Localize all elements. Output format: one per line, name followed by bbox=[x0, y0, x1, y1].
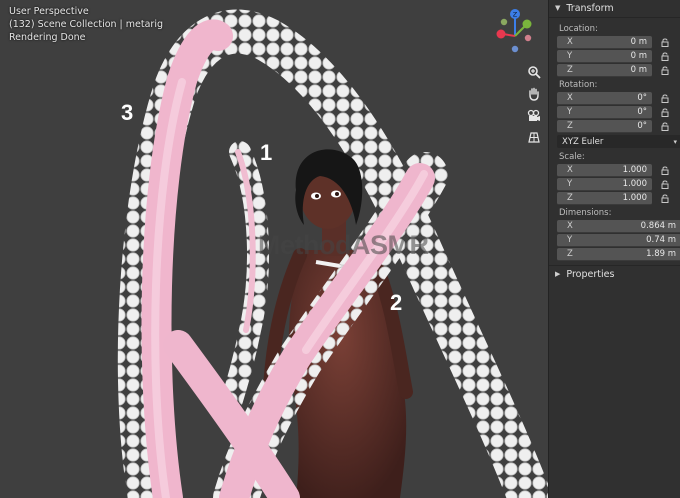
lock-rotation-z-icon[interactable] bbox=[661, 122, 671, 131]
sidebar-panel: ▼ Transform Location: X0 m Y0 m Z0 m Rot… bbox=[548, 0, 680, 498]
lock-location-x-icon[interactable] bbox=[661, 38, 671, 47]
annotation-2: 2 bbox=[390, 290, 403, 315]
lock-rotation-y-icon[interactable] bbox=[661, 108, 671, 117]
collapse-triangle-icon: ▼ bbox=[555, 4, 561, 12]
rotation-mode-dropdown[interactable]: XYZ Euler ▾ bbox=[557, 135, 680, 148]
scale-y-field[interactable]: Y 1.000 bbox=[557, 178, 652, 191]
annotation-1: 1 bbox=[260, 140, 273, 165]
lock-location-y-icon[interactable] bbox=[661, 52, 671, 61]
location-y-field[interactable]: Y0 m bbox=[557, 50, 652, 63]
properties-title: Properties bbox=[566, 268, 615, 280]
dimensions-label: Dimensions: bbox=[559, 208, 612, 218]
rotation-x-field[interactable]: X 0° bbox=[557, 92, 652, 105]
ortho-toggle-button[interactable] bbox=[523, 126, 545, 148]
dimensions-x-field[interactable]: X 0.864 m bbox=[557, 220, 680, 233]
hand-icon bbox=[529, 87, 539, 101]
rotation-y-field[interactable]: Y 0° bbox=[557, 106, 652, 119]
camera-icon bbox=[527, 109, 540, 121]
lock-rotation-x-icon[interactable] bbox=[661, 94, 671, 103]
transform-header[interactable]: ▼ Transform bbox=[549, 0, 680, 16]
scale-x-field[interactable]: X 1.000 bbox=[557, 164, 652, 177]
zoom-button[interactable] bbox=[523, 61, 545, 83]
scale-z-field[interactable]: Z 1.000 bbox=[557, 192, 652, 205]
pan-button[interactable] bbox=[523, 83, 545, 105]
tentacle-1 bbox=[221, 141, 270, 411]
render-status-text: Rendering Done bbox=[9, 32, 86, 43]
axis-y-handle[interactable] bbox=[522, 19, 532, 29]
transform-title: Transform bbox=[566, 2, 614, 14]
lock-scale-x-icon[interactable] bbox=[661, 166, 671, 175]
lock-scale-z-icon[interactable] bbox=[661, 194, 671, 203]
axis-z-label: Z bbox=[513, 11, 518, 19]
chevron-down-icon: ▾ bbox=[673, 137, 677, 146]
annotation-3: 3 bbox=[121, 100, 134, 125]
camera-view-button[interactable] bbox=[523, 105, 545, 127]
expand-triangle-icon: ▶ bbox=[555, 270, 561, 278]
navigation-gizmo[interactable]: Z bbox=[490, 6, 546, 62]
lock-scale-y-icon[interactable] bbox=[661, 180, 671, 189]
axis-x-handle[interactable] bbox=[496, 29, 506, 39]
view-mode-text: User Perspective bbox=[9, 6, 89, 17]
zoom-icon bbox=[528, 66, 541, 79]
properties-header[interactable]: ▶ Properties bbox=[549, 266, 680, 282]
rotation-label: Rotation: bbox=[559, 80, 598, 90]
collection-text: (132) Scene Collection | metarig bbox=[9, 19, 163, 30]
location-x-field[interactable]: X0 m bbox=[557, 36, 652, 49]
dimensions-z-field[interactable]: Z 1.89 m bbox=[557, 248, 680, 261]
lock-location-z-icon[interactable] bbox=[661, 66, 671, 75]
grid-icon bbox=[528, 132, 540, 143]
location-label: Location: bbox=[559, 24, 598, 34]
scale-label: Scale: bbox=[559, 152, 585, 162]
rotation-mode-value: XYZ Euler bbox=[562, 136, 604, 147]
3d-viewport[interactable]: User Perspective (132) Scene Collection … bbox=[0, 0, 548, 498]
watermark: MethodASMR bbox=[258, 230, 429, 260]
dimensions-y-field[interactable]: Y 0.74 m bbox=[557, 234, 680, 247]
rotation-z-field[interactable]: Z 0° bbox=[557, 120, 652, 133]
location-z-field[interactable]: Z0 m bbox=[557, 64, 652, 77]
